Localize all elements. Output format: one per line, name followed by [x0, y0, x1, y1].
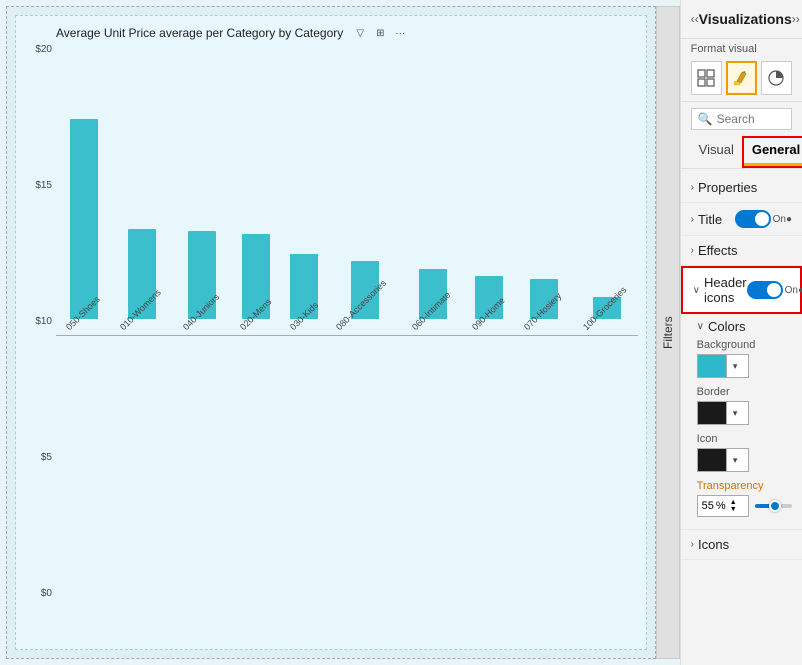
chart-title-row: Average Unit Price average per Category …: [56, 24, 638, 42]
filters-tab[interactable]: Filters: [656, 6, 680, 659]
transparency-value: 55: [702, 500, 714, 512]
background-color-swatch: [698, 355, 726, 377]
color-dropdown-icon: ▾: [726, 449, 744, 471]
y-axis-label: $0: [20, 588, 52, 599]
more-icon-btn[interactable]: ···: [391, 24, 409, 42]
border-color-row: Border ▾: [697, 386, 792, 425]
right-panel: ‹‹ Visualizations ›› Format visual: [680, 0, 802, 665]
effects-label: Effects: [698, 243, 792, 258]
panel-title: Visualizations: [699, 11, 792, 27]
filter-icon-btn[interactable]: ▽: [351, 24, 369, 42]
transparency-row: Transparency 55 % ▲ ▼: [697, 480, 792, 517]
tab-row: Visual General ···: [681, 136, 802, 169]
tab-general[interactable]: General: [744, 138, 802, 166]
border-color-picker[interactable]: ▾: [697, 401, 749, 425]
chevron-down-icon: ∨: [693, 285, 700, 296]
title-label: Title: [698, 212, 735, 227]
color-dropdown-icon: ▾: [726, 402, 744, 424]
tab-visual[interactable]: Visual: [691, 138, 742, 166]
bar-group: 070-Hosiery: [518, 279, 571, 335]
transparency-label: Transparency: [697, 480, 792, 492]
chevron-right-icon: ›: [691, 214, 694, 225]
icon-color-swatch: [698, 449, 726, 471]
icons-section[interactable]: › Icons: [681, 530, 802, 560]
icon-color-picker[interactable]: ▾: [697, 448, 749, 472]
transparency-slider[interactable]: [755, 504, 792, 508]
toggle-on-label: On●: [773, 214, 792, 225]
expand-icon-btn[interactable]: ⊞: [371, 24, 389, 42]
panel-back-btn[interactable]: ‹‹: [691, 8, 699, 30]
icon-color-row: Icon ▾: [697, 433, 792, 472]
header-icons-toggle[interactable]: On●: [747, 281, 802, 299]
y-axis-label: $10: [20, 316, 52, 327]
chart-title: Average Unit Price average per Category …: [56, 26, 343, 40]
toggle-on-indicator: [735, 210, 771, 228]
colors-label: Colors: [708, 319, 746, 334]
bar-group: 100-Groceries: [577, 297, 638, 335]
transparency-input[interactable]: 55 % ▲ ▼: [697, 495, 749, 517]
y-axis-label: $5: [20, 452, 52, 463]
y-axis-label: $15: [20, 180, 52, 191]
bar: [70, 119, 98, 319]
format-analytics-btn[interactable]: [761, 61, 792, 95]
icons-label: Icons: [698, 537, 792, 552]
format-paint-btn[interactable]: [726, 61, 757, 95]
properties-label: Properties: [698, 180, 792, 195]
chart-area: Average Unit Price average per Category …: [6, 6, 656, 659]
panel-forward-btn[interactable]: ››: [792, 8, 800, 30]
effects-section[interactable]: › Effects: [681, 236, 802, 266]
chevron-right-icon: ›: [691, 539, 694, 550]
bar-group: 030-Kids: [284, 254, 324, 335]
chevron-right-icon: ›: [691, 245, 694, 256]
panel-content: › Properties › Title On● › Effects ∨ Hea…: [681, 173, 802, 665]
transparency-control: 55 % ▲ ▼: [697, 495, 792, 517]
transparency-unit: %: [716, 500, 726, 512]
chart-icons: ▽ ⊞ ···: [351, 24, 409, 42]
chart-container: Average Unit Price average per Category …: [15, 15, 647, 650]
chevron-right-icon: ›: [691, 182, 694, 193]
color-dropdown-icon: ▾: [726, 355, 744, 377]
format-icons-row: [681, 57, 802, 102]
background-label: Background: [697, 339, 792, 351]
filters-label: Filters: [661, 316, 675, 349]
bar-group: 090-Home: [466, 276, 512, 335]
header-icons-section[interactable]: ∨ Header icons On●: [681, 266, 802, 314]
title-toggle[interactable]: On●: [735, 210, 792, 228]
chevron-down-icon: ∨: [697, 321, 704, 332]
border-color-swatch: [698, 402, 726, 424]
bar-group: 020-Mens: [234, 234, 278, 335]
format-visual-label: Format visual: [681, 39, 802, 57]
search-icon: 🔍: [698, 112, 713, 126]
properties-section[interactable]: › Properties: [681, 173, 802, 203]
border-label: Border: [697, 386, 792, 398]
colors-header[interactable]: ∨ Colors: [697, 314, 792, 339]
bar-group: 040-Juniors: [177, 231, 228, 335]
y-axis-label: $20: [20, 44, 52, 55]
y-axis: $20 $15 $10 $5 $0: [20, 44, 52, 599]
title-section[interactable]: › Title On●: [681, 203, 802, 236]
search-box[interactable]: 🔍: [691, 108, 792, 130]
background-color-row: Background ▾: [697, 339, 792, 378]
toggle-on-label: On●: [785, 285, 802, 296]
transparency-down-btn[interactable]: ▼: [730, 506, 737, 513]
bar-group: 080-Accessories: [330, 261, 401, 335]
bar-group: 050-Shoes: [60, 119, 108, 335]
panel-header: ‹‹ Visualizations ››: [681, 0, 802, 39]
icon-label: Icon: [697, 433, 792, 445]
search-input[interactable]: [717, 112, 802, 126]
bar-group: 010-Womens: [114, 229, 171, 335]
bar-group: 060-Intimate: [406, 269, 460, 335]
header-icons-label: Header icons: [704, 275, 747, 305]
background-color-picker[interactable]: ▾: [697, 354, 749, 378]
colors-section: ∨ Colors Background ▾ Border ▾: [681, 314, 802, 530]
toggle-on-indicator: [747, 281, 783, 299]
transparency-up-btn[interactable]: ▲: [730, 499, 737, 506]
format-table-btn[interactable]: [691, 61, 722, 95]
slider-thumb[interactable]: [769, 500, 781, 512]
